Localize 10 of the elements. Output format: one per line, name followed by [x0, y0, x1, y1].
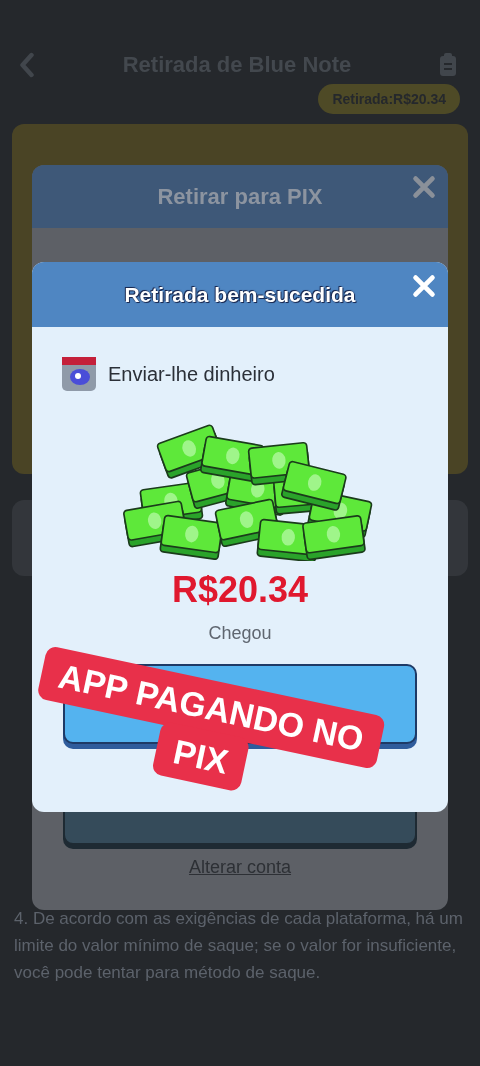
amount-text: R$20.34 — [171, 569, 309, 611]
app-icon — [62, 357, 96, 391]
sender-text: Enviar-lhe dinheiro — [108, 362, 275, 386]
back-icon[interactable] — [18, 52, 36, 78]
status-text: Chegou — [208, 623, 272, 644]
instructions-text: 4. De acordo com as exigências de cada plataforma, há um limite do valor mínimo de saque; se o valor for insuficiente, você pode tentar para método de saque. — [14, 908, 464, 984]
close-icon[interactable] — [412, 175, 436, 199]
dialog-title: Retirada bem-sucedida — [124, 282, 356, 307]
dialog-title: Retirar para PIX — [157, 183, 323, 210]
clipboard-icon[interactable] — [438, 52, 458, 78]
